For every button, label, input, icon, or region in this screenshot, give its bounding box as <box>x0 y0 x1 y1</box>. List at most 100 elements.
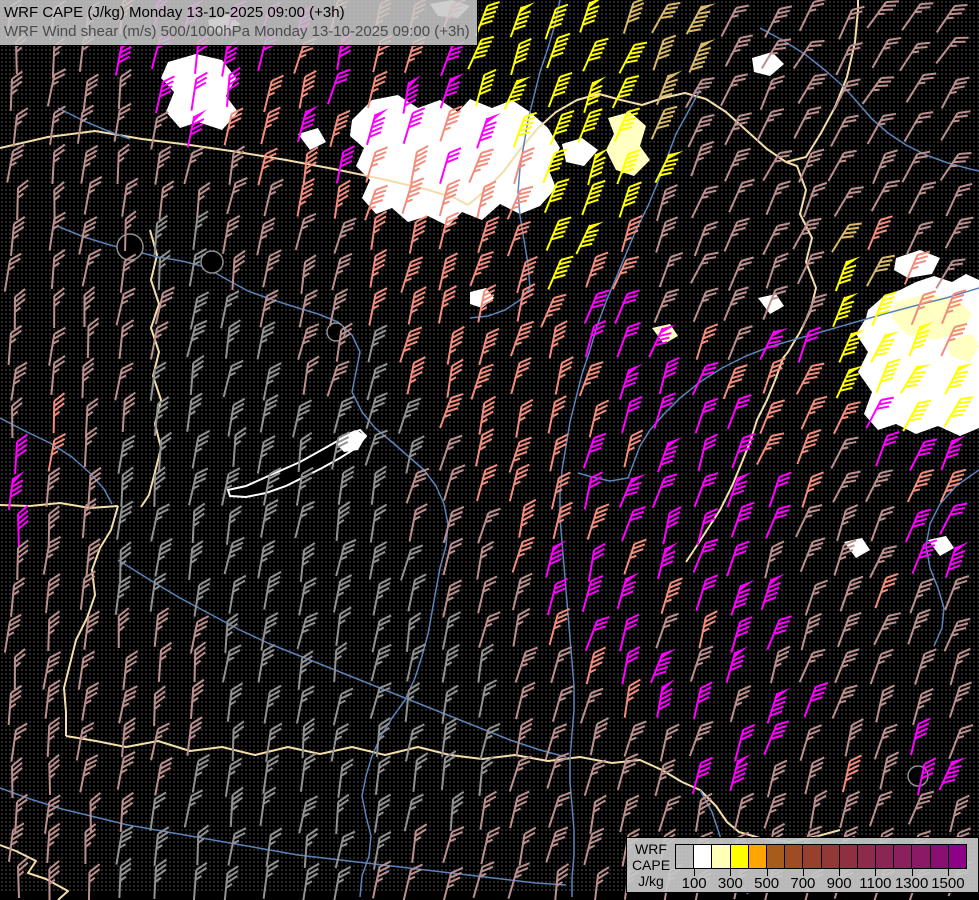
legend-tick-label: 1100 <box>859 875 891 892</box>
wind-barb-shear-moderate <box>304 355 320 396</box>
wind-barb-shear-moderate <box>951 646 971 687</box>
legend-cell <box>949 845 966 868</box>
wind-barb-shear-moderate <box>731 683 751 724</box>
wind-barb-shear-extreme <box>839 325 865 367</box>
wind-barb-shear-weak <box>337 501 350 542</box>
wind-barb-shear-weak <box>154 859 166 899</box>
wind-barb-shear-very-strong <box>731 576 754 618</box>
wind-barb-shear-moderate <box>729 176 754 217</box>
wind-barb-shear-moderate <box>945 573 969 614</box>
wind-barb-shear-weak <box>479 756 493 797</box>
wind-barb-shear-moderate <box>594 866 609 900</box>
wind-barb-shear-weak <box>155 826 169 867</box>
wind-barb-shear-moderate <box>767 250 789 291</box>
wind-barb-shear-moderate <box>591 716 609 757</box>
wind-barb-shear-weak <box>191 290 209 331</box>
wind-barb-shear-moderate <box>802 611 822 652</box>
wind-barb-shear-weak <box>189 466 208 507</box>
wind-barb-shear-moderate <box>77 721 94 762</box>
wind-barb-shear-strong <box>511 318 534 359</box>
wind-barb-shear-weak <box>301 752 316 793</box>
wind-barb-shear-moderate <box>12 398 22 438</box>
wind-barb-shear-moderate <box>949 722 973 763</box>
wind-barb-shear-moderate <box>904 107 933 147</box>
wind-barb-shear-moderate <box>757 105 783 145</box>
wind-barb-shear-weak <box>338 758 353 799</box>
wind-barb-shear-very-strong <box>658 539 679 581</box>
wind-barb-shear-strong <box>439 284 456 325</box>
wind-barb-shear-moderate <box>831 111 859 151</box>
wind-barb-shear-weak <box>334 686 353 727</box>
wind-barb-shear-moderate <box>48 717 60 757</box>
wind-barb-shear-moderate <box>122 717 135 758</box>
wind-barb-shear-moderate <box>874 609 901 649</box>
wind-barb-shear-weak <box>293 398 312 439</box>
wind-barb-shear-very-strong <box>799 324 821 365</box>
wind-barb-shear-extreme <box>511 36 531 77</box>
wind-barb-shear-moderate <box>89 864 100 900</box>
wind-barb-shear-moderate <box>735 791 754 832</box>
legend-cell <box>894 845 912 868</box>
wind-barb-shear-strong <box>471 361 493 402</box>
wind-barb-shear-moderate <box>477 540 493 581</box>
wind-barb-shear-weak <box>372 465 387 506</box>
wind-barb-shear-moderate <box>771 644 790 685</box>
wind-barb-shear-weak <box>299 576 316 617</box>
wind-barb-shear-weak <box>267 827 282 868</box>
wind-barb-shear-weak <box>366 427 388 468</box>
wind-barb-shear-moderate <box>833 467 861 507</box>
wind-barb-shear-moderate <box>694 285 718 326</box>
wind-barb-shear-weak <box>159 432 171 473</box>
wind-barb-shear-moderate <box>841 573 863 614</box>
wind-barb-shear-moderate <box>15 649 25 689</box>
wind-barb-shear-moderate <box>801 722 822 763</box>
wind-barb-shear-weak <box>399 395 421 436</box>
wind-barb-shear-moderate <box>902 147 930 187</box>
wind-barb-shear-strong <box>516 398 533 439</box>
wind-barb-shear-very-strong <box>728 392 751 433</box>
wind-barb-shear-moderate <box>51 355 65 396</box>
wind-barb-shear-weak <box>334 642 347 683</box>
wind-barb-shear-moderate <box>828 146 856 186</box>
wind-barb-shear-weak <box>407 642 425 683</box>
wind-barb-shear-moderate <box>692 182 718 222</box>
wind-barb-shear-weak <box>159 250 170 290</box>
wind-barb-shear-moderate <box>581 685 603 726</box>
wind-barb-shear-moderate <box>46 679 61 720</box>
wind-barb-shear-high <box>657 67 682 109</box>
legend-cell <box>731 845 749 868</box>
wind-barb-shear-moderate <box>52 144 64 185</box>
legend-label-variable: CAPE <box>627 857 675 873</box>
wind-barb-shear-weak <box>233 427 246 468</box>
wind-barb-shear-very-strong <box>732 499 755 540</box>
wind-barb-shear-moderate <box>553 683 574 724</box>
wind-barb-shear-moderate <box>223 214 240 255</box>
cape-patch <box>298 128 326 150</box>
wind-barb-shear-strong <box>556 355 574 396</box>
wind-barb-shear-moderate <box>724 284 748 325</box>
wind-barb-shear-strong <box>519 498 536 539</box>
wind-barb-shear-moderate <box>151 320 168 361</box>
wind-barb-shear-moderate <box>549 789 571 830</box>
wind-barb-shear-moderate <box>832 682 857 723</box>
wind-barb-shear-moderate <box>765 539 784 580</box>
wind-barb-shear-strong <box>549 394 567 435</box>
wind-barb-shear-moderate <box>546 824 568 865</box>
wind-barb-shear-moderate <box>726 31 753 71</box>
wind-barb-shear-weak <box>224 358 244 399</box>
wind-barb-shear-weak <box>301 542 315 583</box>
wind-barb-shear-weak <box>372 642 392 683</box>
wind-barb-shear-very-strong <box>727 643 749 685</box>
wind-barb-shear-strong <box>843 753 862 794</box>
wind-barb-shear-very-strong <box>939 753 966 795</box>
wind-barb-shear-moderate <box>867 0 899 34</box>
wind-barb-shear-weak <box>117 500 133 541</box>
wind-barb-shear-moderate <box>83 247 101 288</box>
wind-barb-shear-moderate <box>151 110 168 151</box>
wind-barb-shear-strong <box>330 108 350 149</box>
wind-barb-shear-weak <box>150 791 166 832</box>
wind-barb-shear-weak <box>370 540 387 581</box>
wind-barb-shear-extreme <box>548 253 573 294</box>
wind-barb-shear-moderate <box>412 823 427 864</box>
wind-barb-shear-moderate <box>11 361 27 402</box>
